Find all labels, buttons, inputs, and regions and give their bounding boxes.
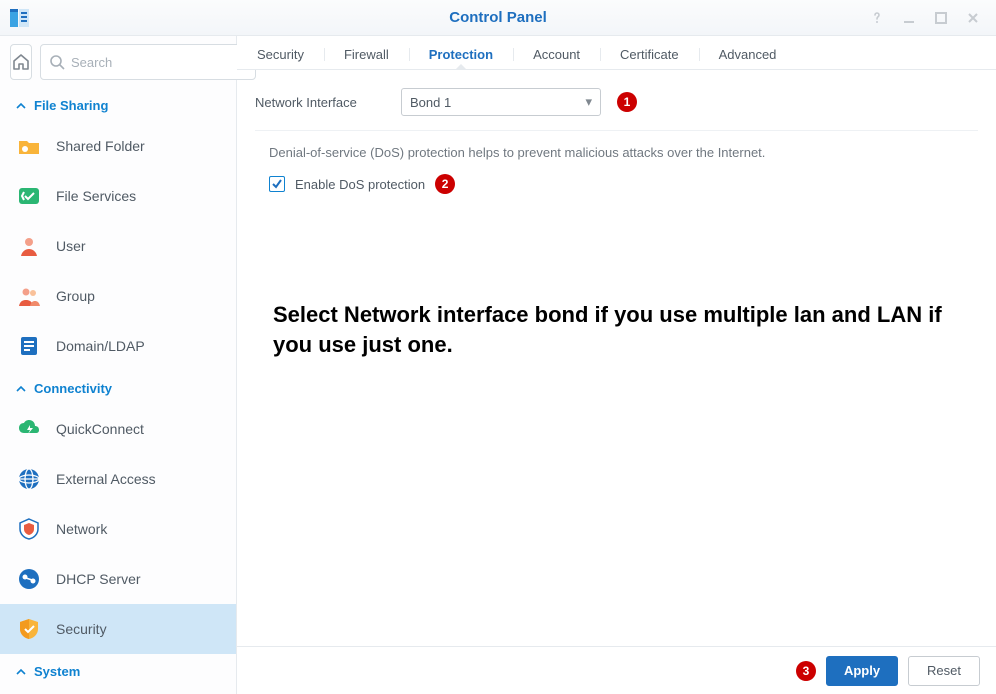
- external-access-icon: [16, 466, 42, 492]
- tab-security[interactable]: Security: [237, 40, 324, 69]
- annotation-badge-1: 1: [617, 92, 637, 112]
- security-icon: [16, 616, 42, 642]
- sidebar-item-security[interactable]: Security: [0, 604, 236, 654]
- tab-protection[interactable]: Protection: [409, 40, 513, 69]
- tab-certificate[interactable]: Certificate: [600, 40, 699, 69]
- network-interface-select[interactable]: Bond 1 ▾: [401, 88, 601, 116]
- control-panel-window: Control Panel: [0, 0, 996, 694]
- button-label: Reset: [927, 663, 961, 678]
- help-icon[interactable]: [868, 9, 886, 27]
- tab-label: Protection: [429, 47, 493, 62]
- annotation-badge-2: 2: [435, 174, 455, 194]
- sidebar-item-label: File Services: [56, 188, 136, 204]
- search-icon: [49, 54, 65, 70]
- footer: 3 Apply Reset: [237, 646, 996, 694]
- sidebar-item-domain-ldap[interactable]: Domain/LDAP: [0, 321, 236, 371]
- main: Security Firewall Protection Account Cer…: [237, 36, 996, 694]
- domain-ldap-icon: [16, 333, 42, 359]
- enable-dos-row: Enable DoS protection 2: [269, 174, 978, 194]
- sidebar: File Sharing Shared Folder File Services…: [0, 36, 237, 694]
- button-label: Apply: [844, 663, 880, 678]
- tab-label: Security: [257, 47, 304, 62]
- network-icon: [16, 516, 42, 542]
- select-value: Bond 1: [410, 95, 451, 110]
- titlebar-controls: [868, 9, 996, 27]
- caret-down-icon: ▾: [585, 94, 592, 110]
- tab-advanced[interactable]: Advanced: [699, 40, 797, 69]
- app-icon: [8, 6, 32, 30]
- section-title: File Sharing: [34, 98, 108, 113]
- tab-label: Certificate: [620, 47, 679, 62]
- quickconnect-icon: [16, 416, 42, 442]
- sidebar-item-label: DHCP Server: [56, 571, 141, 587]
- sidebar-item-label: Group: [56, 288, 95, 304]
- window-title: Control Panel: [0, 9, 996, 26]
- enable-dos-checkbox[interactable]: [269, 176, 285, 192]
- sidebar-item-user[interactable]: User: [0, 221, 236, 271]
- enable-dos-label: Enable DoS protection: [295, 177, 425, 192]
- network-interface-row: Network Interface Bond 1 ▾ 1: [255, 84, 978, 131]
- user-icon: [16, 233, 42, 259]
- tab-label: Advanced: [719, 47, 777, 62]
- sidebar-item-label: Security: [56, 621, 107, 637]
- sidebar-item-label: External Access: [56, 471, 156, 487]
- search-input[interactable]: [71, 55, 247, 70]
- sidebar-item-label: QuickConnect: [56, 421, 144, 437]
- home-icon: [11, 52, 31, 72]
- tab-label: Account: [533, 47, 580, 62]
- sidebar-item-label: Shared Folder: [56, 138, 145, 154]
- maximize-icon[interactable]: [932, 9, 950, 27]
- sidebar-item-group[interactable]: Group: [0, 271, 236, 321]
- chevron-up-icon: [16, 667, 26, 677]
- sidebar-item-network[interactable]: Network: [0, 504, 236, 554]
- sidebar-top: [0, 36, 236, 88]
- search-box[interactable]: [40, 44, 256, 80]
- reset-button[interactable]: Reset: [908, 656, 980, 686]
- file-services-icon: [16, 183, 42, 209]
- instruction-overlay: Select Network interface bond if you use…: [273, 300, 960, 359]
- minimize-icon[interactable]: [900, 9, 918, 27]
- shared-folder-icon: [16, 133, 42, 159]
- network-interface-label: Network Interface: [255, 95, 385, 110]
- sidebar-item-label: User: [56, 238, 86, 254]
- section-system[interactable]: System: [0, 654, 236, 687]
- check-icon: [271, 178, 283, 190]
- sidebar-item-shared-folder[interactable]: Shared Folder: [0, 121, 236, 171]
- sidebar-item-external-access[interactable]: External Access: [0, 454, 236, 504]
- close-icon[interactable]: [964, 9, 982, 27]
- section-title: Connectivity: [34, 381, 112, 396]
- section-connectivity[interactable]: Connectivity: [0, 371, 236, 404]
- sidebar-item-file-services[interactable]: File Services: [0, 171, 236, 221]
- dhcp-server-icon: [16, 566, 42, 592]
- sidebar-scroll[interactable]: File Sharing Shared Folder File Services…: [0, 88, 236, 694]
- body: File Sharing Shared Folder File Services…: [0, 36, 996, 694]
- annotation-badge-3: 3: [796, 661, 816, 681]
- content: Network Interface Bond 1 ▾ 1 Denial-of-s…: [237, 70, 996, 646]
- dos-description: Denial-of-service (DoS) protection helps…: [269, 145, 978, 160]
- sidebar-item-dhcp-server[interactable]: DHCP Server: [0, 554, 236, 604]
- tab-label: Firewall: [344, 47, 389, 62]
- titlebar: Control Panel: [0, 0, 996, 36]
- section-file-sharing[interactable]: File Sharing: [0, 88, 236, 121]
- sidebar-item-label: Domain/LDAP: [56, 338, 145, 354]
- apply-button[interactable]: Apply: [826, 656, 898, 686]
- tab-account[interactable]: Account: [513, 40, 600, 69]
- tabs: Security Firewall Protection Account Cer…: [237, 36, 996, 70]
- tab-firewall[interactable]: Firewall: [324, 40, 409, 69]
- section-title: System: [34, 664, 80, 679]
- chevron-up-icon: [16, 384, 26, 394]
- group-icon: [16, 283, 42, 309]
- chevron-up-icon: [16, 101, 26, 111]
- sidebar-item-info-center[interactable]: Info Center: [0, 687, 236, 694]
- home-button[interactable]: [10, 44, 32, 80]
- sidebar-item-label: Network: [56, 521, 107, 537]
- sidebar-item-quickconnect[interactable]: QuickConnect: [0, 404, 236, 454]
